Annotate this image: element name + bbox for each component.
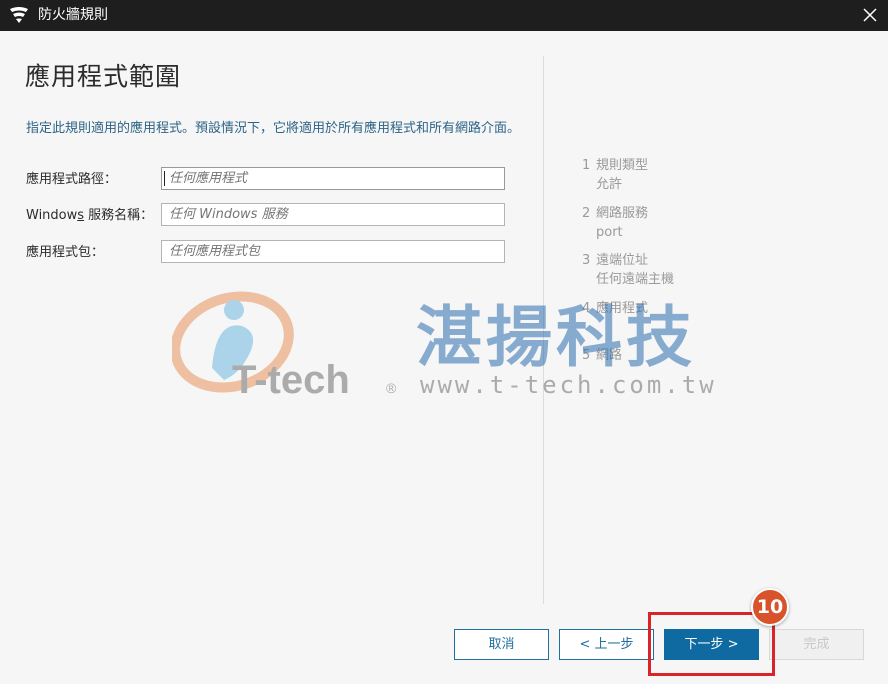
watermark-cn: 湛揚科技 [416,299,696,376]
finish-button: 完成 [769,629,864,660]
step-remote-address: 3 遠端位址 任何遠端主機 [582,253,675,287]
app-path-label: 應用程式路徑： [26,172,118,187]
close-icon[interactable] [860,5,880,25]
app-package-input[interactable] [161,240,505,263]
cancel-button[interactable]: 取消 [454,629,549,660]
firewall-shield-icon [10,7,28,23]
step-rule-type: 1 規則類型 允許 [582,158,649,192]
back-button[interactable]: < 上一步 [559,629,654,660]
watermark-brand: T-tech [232,358,350,400]
page-title: 應用程式範圍 [25,62,182,91]
watermark-url: www.t-tech.com.tw [420,371,717,399]
next-button[interactable]: 下一步 > [664,629,759,660]
step-application: 4 應用程式 [582,301,649,316]
window-title: 防火牆規則 [38,7,108,23]
step-network-service: 2 網路服務 port [582,206,649,240]
app-path-input[interactable] [161,167,505,190]
windows-service-label: Windows 服務名稱： [26,208,154,223]
app-package-label: 應用程式包： [26,245,105,260]
windows-service-input[interactable] [161,203,505,226]
text-caret [164,171,165,186]
watermark-registered: ® [386,380,397,396]
step-badge: 10 [751,588,789,626]
title-bar: 防火牆規則 [0,0,888,31]
step-network: 5 網路 [582,348,623,363]
page-description: 指定此規則適用的應用程式。預設情況下，它將適用於所有應用程式和所有網路介面。 [26,121,521,136]
vertical-divider [543,56,544,604]
